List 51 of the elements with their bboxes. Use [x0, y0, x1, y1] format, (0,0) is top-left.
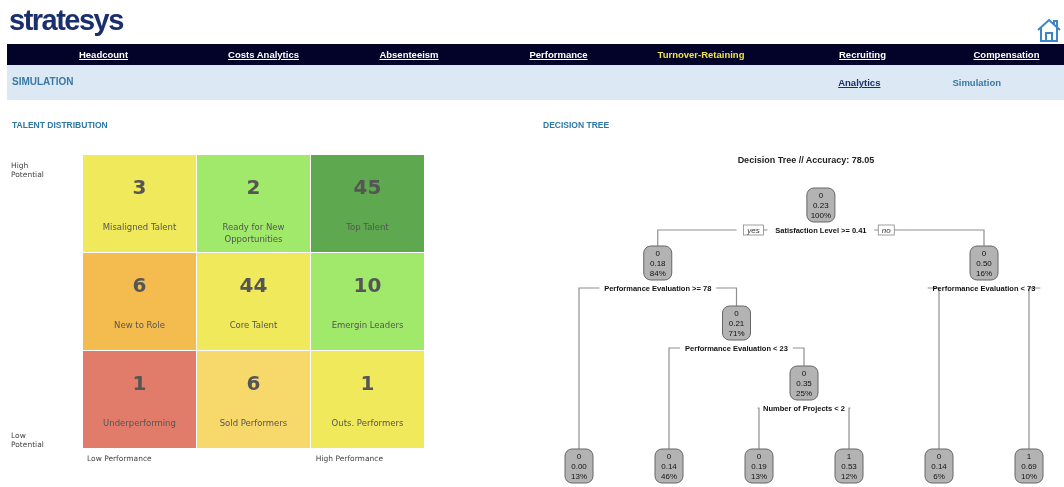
chart-title: Decision Tree // Accuracy: 78.05: [737, 155, 875, 165]
tree-node: 0 0.14 6%: [924, 448, 954, 484]
cell-count: 1: [360, 371, 375, 397]
sub-tab[interactable]: Simulation: [952, 77, 1001, 88]
cell-count: 44: [239, 273, 268, 299]
cell-label: New to Role: [113, 319, 166, 331]
connector-line: [715, 287, 738, 307]
cell-label: Core Talent: [228, 319, 279, 331]
connector-line: [756, 407, 760, 450]
cell-count: 10: [353, 273, 382, 299]
tree-node: 1 0.69 10%: [1014, 448, 1044, 484]
cell-label: Misaligned Talent: [101, 221, 178, 233]
tree-node: 0 0.23 100%: [806, 187, 836, 223]
tree-node: 0 0.50 16%: [969, 245, 999, 281]
tree-node: 0 0.19 13%: [744, 448, 774, 484]
section-heading: TALENT DISTRIBUTION: [12, 120, 109, 130]
tree-node: 1 0.53 12%: [834, 448, 864, 484]
cell-count: 6: [246, 371, 261, 397]
tree-node: 0 0.35 25%: [789, 365, 819, 401]
cell-label: Top Talent: [345, 221, 390, 233]
yes-tag: yes: [743, 224, 764, 236]
nav-tab[interactable]: Performance: [529, 49, 588, 60]
connector-line: [792, 347, 805, 367]
tree-node: 0 0.14 46%: [654, 448, 684, 484]
nav-tab[interactable]: Headcount: [78, 49, 129, 60]
page-title: SIMULATION: [12, 76, 74, 87]
cell-count: 3: [132, 175, 147, 201]
nav-tab[interactable]: Recruiting: [839, 49, 886, 60]
logo[interactable]: stratesys: [9, 4, 123, 37]
nav-tab[interactable]: Absenteeism: [379, 49, 439, 60]
section-heading: DECISION TREE: [543, 120, 611, 130]
cell-label: Outs. Performers: [330, 417, 405, 429]
nav-tab[interactable]: Costs Analytics: [228, 49, 299, 60]
tree-node: 0 0.00 13%: [564, 448, 594, 484]
cell-count: 45: [353, 175, 382, 201]
cell-label: Underperforming: [102, 417, 177, 429]
no-tag: no: [877, 224, 895, 236]
connector-line: [763, 229, 769, 231]
cell-count: 1: [132, 371, 147, 397]
connector-line: [848, 407, 852, 450]
tree-node: 0 0.18 84%: [643, 245, 673, 281]
nav-tab[interactable]: Turnover-Retaining: [657, 49, 745, 60]
cell-count: 2: [246, 175, 261, 201]
cell-count: 6: [132, 273, 147, 299]
cell-label: Sold Performers: [218, 417, 289, 429]
sub-tab[interactable]: Analytics: [838, 77, 881, 88]
cell-label: Emergin Leaders: [330, 319, 405, 331]
nav-tab[interactable]: Compensation: [973, 49, 1040, 60]
cell-label: Ready for New Opportunities: [221, 221, 286, 245]
tree-node: 0 0.21 71%: [722, 305, 751, 341]
home-icon[interactable]: [1036, 17, 1062, 43]
